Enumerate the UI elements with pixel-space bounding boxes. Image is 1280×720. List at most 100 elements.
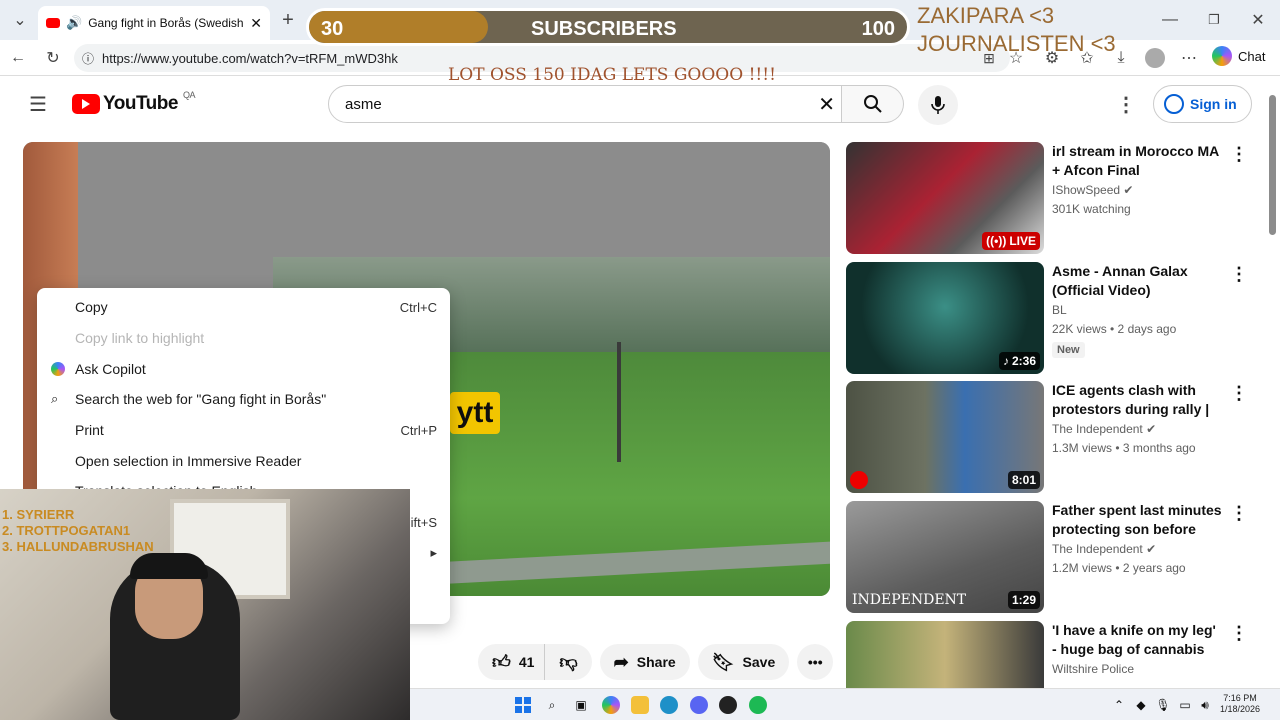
recommendation-more-icon[interactable]: ⋮ <box>1230 144 1248 165</box>
channel-name[interactable]: The Independent ✔ <box>1052 542 1156 556</box>
browser-tab[interactable]: 🔊 Gang fight in Borås (Swedish ✕ <box>38 6 270 40</box>
back-arrow-icon[interactable]: ← <box>6 46 30 70</box>
scrollbar-thumb[interactable] <box>1269 95 1276 235</box>
discord-icon[interactable] <box>690 696 708 714</box>
youtube-logo[interactable]: YouTube QA <box>72 90 196 115</box>
menu-item-label: Open selection in Immersive Reader <box>75 452 302 469</box>
recommendation-card[interactable]: 8:01 ICE agents clash with protestors du… <box>846 381 1266 493</box>
task-view-icon[interactable]: ▣ <box>572 696 590 714</box>
video-meta: 301K watching <box>1052 202 1131 216</box>
chat-label: Chat <box>1238 48 1266 64</box>
windows-taskbar: ⌕ ▣ ⌃ ◆ 🎙︎ ▭ 🔊︎ <box>410 688 1280 720</box>
dislike-button[interactable]: 👎︎ <box>544 644 592 680</box>
speaker-icon[interactable]: 🔊 <box>66 15 82 31</box>
channel-name[interactable]: IShowSpeed ✔ <box>1052 183 1133 197</box>
hamburger-menu-icon[interactable]: ☰ <box>26 92 50 116</box>
clear-search-icon[interactable]: ✕ <box>818 92 835 117</box>
tray-mic-icon[interactable]: 🎙︎ <box>1154 696 1172 714</box>
tab-close-icon[interactable]: ✕ <box>250 15 262 32</box>
windows-start-icon[interactable] <box>514 696 532 714</box>
menu-item-print[interactable]: Print Ctrl+P <box>37 415 450 446</box>
recommendation-card[interactable]: INDEPENDENT 1:29 Father spent last minut… <box>846 501 1266 613</box>
refresh-icon[interactable]: ↻ <box>41 46 65 70</box>
tray-app-icon[interactable]: ◆ <box>1132 696 1150 714</box>
region-code: QA <box>182 90 196 100</box>
video-thumbnail[interactable]: INDEPENDENT 1:29 <box>846 501 1044 613</box>
recommendation-more-icon[interactable]: ⋮ <box>1230 623 1248 644</box>
menu-item-label: Search the web for "Gang fight in Borås" <box>75 391 327 408</box>
menu-item-immersive-reader[interactable]: Open selection in Immersive Reader <box>37 445 450 476</box>
recommendation-title[interactable]: Asme - Annan Galax (Official Video) <box>1052 262 1224 300</box>
more-menu-icon[interactable]: ⋯ <box>1177 46 1201 70</box>
taskbar-search-icon[interactable]: ⌕ <box>543 696 561 714</box>
spotify-icon[interactable] <box>749 696 767 714</box>
logo-text: YouTube <box>103 93 178 114</box>
window-close-icon[interactable]: ✕ <box>1246 8 1270 32</box>
shoutout-names: ZAKIPARA <3 JOURNALISTEN <3 <box>917 2 1116 58</box>
search-input[interactable]: asme ✕ <box>328 85 842 123</box>
tab-list-chevron-icon[interactable]: ⌄ <box>8 8 32 32</box>
microphone-icon <box>931 96 945 114</box>
share-button[interactable]: ➦ Share <box>599 644 690 680</box>
volume-icon[interactable]: 🔊︎ <box>1196 696 1214 714</box>
recommendation-title[interactable]: irl stream in Morocco MA + Afcon Final <box>1052 142 1224 180</box>
site-info-icon[interactable]: ⓘ <box>82 50 94 67</box>
copilot-taskbar-icon[interactable] <box>602 696 620 714</box>
minimize-icon[interactable]: — <box>1158 8 1182 32</box>
menu-item-search-web[interactable]: ⌕ Search the web for "Gang fight in Borå… <box>37 384 450 415</box>
like-button[interactable]: 👍︎ 41 <box>478 644 545 680</box>
voice-search-button[interactable] <box>918 85 958 125</box>
recommendation-title[interactable]: Father spent last minutes protecting son… <box>1052 501 1224 539</box>
recommendation-card[interactable]: ♪ 2:36 Asme - Annan Galax (Official Video… <box>846 262 1266 374</box>
new-badge: New <box>1052 342 1085 358</box>
search-icon <box>863 95 882 113</box>
taskbar-clock[interactable]: 7:16 PM 1/18/2026 <box>1220 693 1260 715</box>
thumbs-up-icon: 👍︎ <box>492 652 511 672</box>
obs-icon[interactable] <box>719 696 737 714</box>
recommendation-title[interactable]: ICE agents clash with protestors during … <box>1052 381 1224 419</box>
save-button[interactable]: 🔖︎ Save <box>697 644 790 680</box>
channel-name[interactable]: BL <box>1052 303 1067 317</box>
youtube-play-icon <box>72 94 100 114</box>
recommendation-more-icon[interactable]: ⋮ <box>1230 503 1248 524</box>
edge-browser-icon[interactable] <box>660 696 678 714</box>
more-dots-icon: ••• <box>807 654 823 670</box>
file-explorer-icon[interactable] <box>631 696 649 714</box>
top-supporters-list: 1. SYRIERR 2. TROTTPOGATAN1 3. HALLUNDAB… <box>2 507 154 555</box>
menu-item-label: Print <box>75 422 104 439</box>
menu-item-ask-copilot[interactable]: Ask Copilot <box>37 353 450 384</box>
top-list-item: 2. TROTTPOGATAN1 <box>2 523 131 538</box>
menu-item-label: Copy <box>75 299 108 316</box>
tray-chevron-icon[interactable]: ⌃ <box>1110 696 1128 714</box>
menu-item-shortcut: Ctrl+P <box>400 422 437 438</box>
verified-check-icon: ✔ <box>1123 183 1134 197</box>
sub-label: SUBSCRIBERS <box>531 18 677 40</box>
new-tab-plus-icon[interactable]: + <box>276 8 300 32</box>
recommendation-more-icon[interactable]: ⋮ <box>1230 264 1248 285</box>
recommendation-card[interactable]: 'I have a knife on my leg' - huge bag of… <box>846 621 1266 688</box>
video-thumbnail[interactable]: 8:01 <box>846 381 1044 493</box>
video-thumbnail[interactable]: ♪ 2:36 <box>846 262 1044 374</box>
restore-icon[interactable]: ❐ <box>1202 8 1226 32</box>
search-query: asme <box>345 95 382 113</box>
thumbnail-channel-text: INDEPENDENT <box>852 592 967 608</box>
recommendation-more-icon[interactable]: ⋮ <box>1230 383 1248 404</box>
menu-item-copy-link-highlight: Copy link to highlight <box>37 323 450 354</box>
recommendation-card[interactable]: ((•)) LIVE irl stream in Morocco MA + Afc… <box>846 142 1266 254</box>
more-actions-button[interactable]: ••• <box>797 644 834 680</box>
video-thumbnail[interactable]: ((•)) LIVE <box>846 142 1044 254</box>
youtube-header: ☰ YouTube QA asme ✕ ⋮ Sign in <box>0 80 1280 130</box>
channel-name[interactable]: The Independent ✔ <box>1052 422 1156 436</box>
video-thumbnail[interactable] <box>846 621 1044 688</box>
settings-kebab-icon[interactable]: ⋮ <box>1114 92 1138 116</box>
menu-item-copy[interactable]: Copy Ctrl+C <box>37 292 450 323</box>
like-count: 41 <box>518 654 535 670</box>
search-button[interactable] <box>842 85 904 123</box>
channel-name[interactable]: Wiltshire Police <box>1052 662 1134 676</box>
copilot-chat-button[interactable]: Chat <box>1212 46 1265 66</box>
url-text: https://www.youtube.com/watch?v=tRFM_mWD… <box>102 50 398 66</box>
sign-in-button[interactable]: Sign in <box>1153 85 1252 123</box>
profile-avatar-icon[interactable] <box>1143 46 1167 70</box>
network-icon[interactable]: ▭ <box>1176 696 1194 714</box>
recommendation-title[interactable]: 'I have a knife on my leg' - huge bag of… <box>1052 621 1224 659</box>
